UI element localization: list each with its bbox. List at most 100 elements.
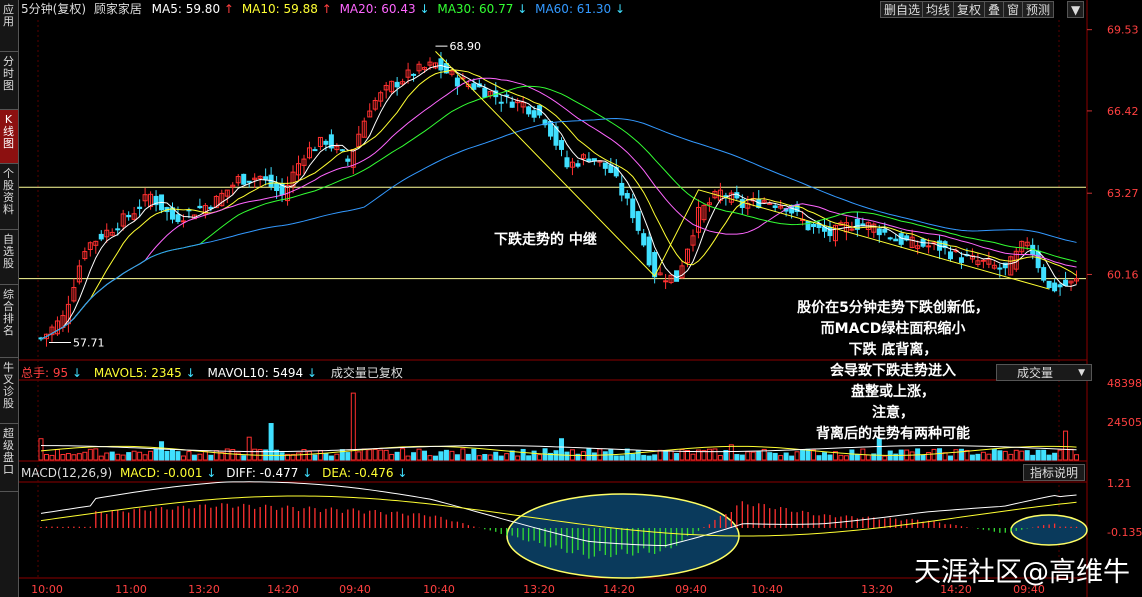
volume-bar	[986, 453, 992, 461]
down-arrow-icon: ↓	[614, 2, 626, 16]
volume-bar	[602, 451, 608, 461]
volume-bar	[564, 451, 570, 461]
candle-body	[663, 280, 669, 283]
adjust-button[interactable]: 复权	[953, 1, 986, 18]
volume-bar	[443, 449, 449, 461]
volume-bar	[120, 454, 126, 461]
volume-bar	[493, 451, 499, 461]
volume-bar	[422, 450, 428, 461]
candle-body	[115, 228, 121, 231]
volume-bar	[646, 455, 652, 461]
sidebar-tab[interactable]: 综合排名	[0, 285, 18, 358]
volume-bar	[268, 423, 274, 461]
volume-bar	[246, 436, 252, 461]
volume-bar	[71, 454, 77, 461]
delete-favorite-button[interactable]: 删自选	[880, 1, 925, 18]
sidebar-tab[interactable]: 分时图	[0, 52, 18, 110]
volume-bar	[958, 448, 964, 461]
volume-note: 成交量已复权	[330, 366, 403, 380]
sidebar-tab[interactable]: K线图	[0, 110, 18, 164]
down-arrow-icon: ↓	[185, 366, 196, 380]
sidebar-tab[interactable]: 超级盘口	[0, 424, 18, 492]
volume-bar	[208, 454, 214, 461]
window-button[interactable]: 窗	[1003, 1, 1024, 18]
volume-tick-label: 48398	[1107, 377, 1142, 390]
volume-bar	[43, 454, 49, 461]
volume-bar	[361, 448, 367, 461]
candle-body	[1057, 284, 1063, 288]
low-label: 57.71	[73, 336, 105, 349]
candle-body	[767, 202, 773, 205]
volume-bar	[805, 448, 811, 461]
time-tick-label: 14:20	[603, 583, 635, 596]
volume-bar	[93, 448, 99, 461]
volume-bar	[553, 450, 559, 461]
forecast-button[interactable]: 预测	[1022, 1, 1055, 18]
chart-header: 5分钟(复权) 顾家家居 MA5: 59.80 ↑ MA10: 59.88 ↑ …	[21, 0, 625, 18]
expand-icon[interactable]: ▼	[1067, 1, 1085, 18]
volume-bar	[87, 448, 93, 461]
volume-bar	[137, 451, 143, 461]
volume-bar	[980, 451, 986, 461]
volume-bar	[865, 454, 871, 461]
volume-bar	[148, 450, 154, 461]
avg-line-button[interactable]: 均线	[922, 1, 955, 18]
volume-tick-label: 24505	[1107, 416, 1142, 429]
sidebar-tab[interactable]: 牛叉诊股	[0, 358, 18, 424]
volume-bar	[926, 452, 932, 461]
volume-bar	[241, 455, 247, 461]
candle-body	[876, 228, 882, 236]
overlay-button[interactable]: 叠	[984, 1, 1005, 18]
candle-body	[312, 149, 318, 152]
volume-bar	[131, 450, 137, 461]
candle-body	[926, 245, 932, 248]
sidebar-tab[interactable]: 应用	[0, 0, 18, 52]
volume-bar	[504, 453, 510, 461]
candle-body	[394, 81, 400, 88]
volume-bar	[843, 455, 849, 461]
annotation-line: 注意，	[872, 405, 914, 421]
volume-bar	[767, 452, 773, 461]
candle-body	[860, 223, 866, 226]
volume-bar	[197, 453, 203, 461]
candle-body	[575, 163, 581, 167]
trend-line	[435, 50, 1050, 290]
chevron-down-icon: ▼	[1078, 368, 1085, 378]
ma60-value: MA60: 61.30	[535, 2, 612, 16]
volume-bar	[186, 451, 192, 461]
volume-bar	[1068, 448, 1074, 461]
annotation-line: 而MACD绿柱面积缩小	[820, 321, 966, 337]
volume-bar	[728, 444, 734, 461]
sidebar: 应用 分时图 K线图 个股资料 自选股 综合排名 牛叉诊股 超级盘口	[0, 0, 19, 597]
volume-bar	[104, 452, 110, 461]
volume-bar	[356, 451, 362, 461]
volume-bar	[438, 451, 444, 461]
period-label: 5分钟(复权)	[21, 2, 86, 16]
sidebar-tab[interactable]: 个股资料	[0, 164, 18, 230]
annotation-line: 盘整或上涨，	[851, 384, 935, 400]
sidebar-tab[interactable]: 自选股	[0, 230, 18, 285]
ma5-value: MA5: 59.80	[151, 2, 221, 16]
volume-bar	[1052, 452, 1058, 461]
volume-bar	[964, 449, 970, 461]
candle-body	[345, 158, 351, 162]
mavol5-value: MAVOL5: 2345	[93, 366, 182, 380]
time-tick-label: 09:40	[339, 583, 371, 596]
volume-bar	[821, 452, 827, 461]
candle-body	[882, 228, 888, 233]
volume-bar	[153, 448, 159, 461]
candle-body	[137, 206, 143, 209]
down-arrow-icon: ↓	[306, 366, 318, 380]
annotation-line: 会导致下跌走势进入	[830, 363, 956, 379]
volume-bar	[690, 453, 696, 461]
macd-value: MACD: -0.001	[119, 466, 203, 480]
volume-bar	[142, 454, 148, 461]
indicator-help-button[interactable]: 指标说明	[1023, 464, 1085, 481]
macd-header: MACD(12,26,9) MACD: -0.001 ↓ DIFF: -0.47…	[21, 464, 407, 482]
volume-bar	[586, 448, 592, 461]
volume-bar	[345, 452, 351, 461]
volume-bar	[164, 450, 170, 461]
dea-value: DEA: -0.476	[322, 466, 394, 480]
candle-body	[772, 205, 778, 208]
volume-bar	[1030, 454, 1036, 461]
